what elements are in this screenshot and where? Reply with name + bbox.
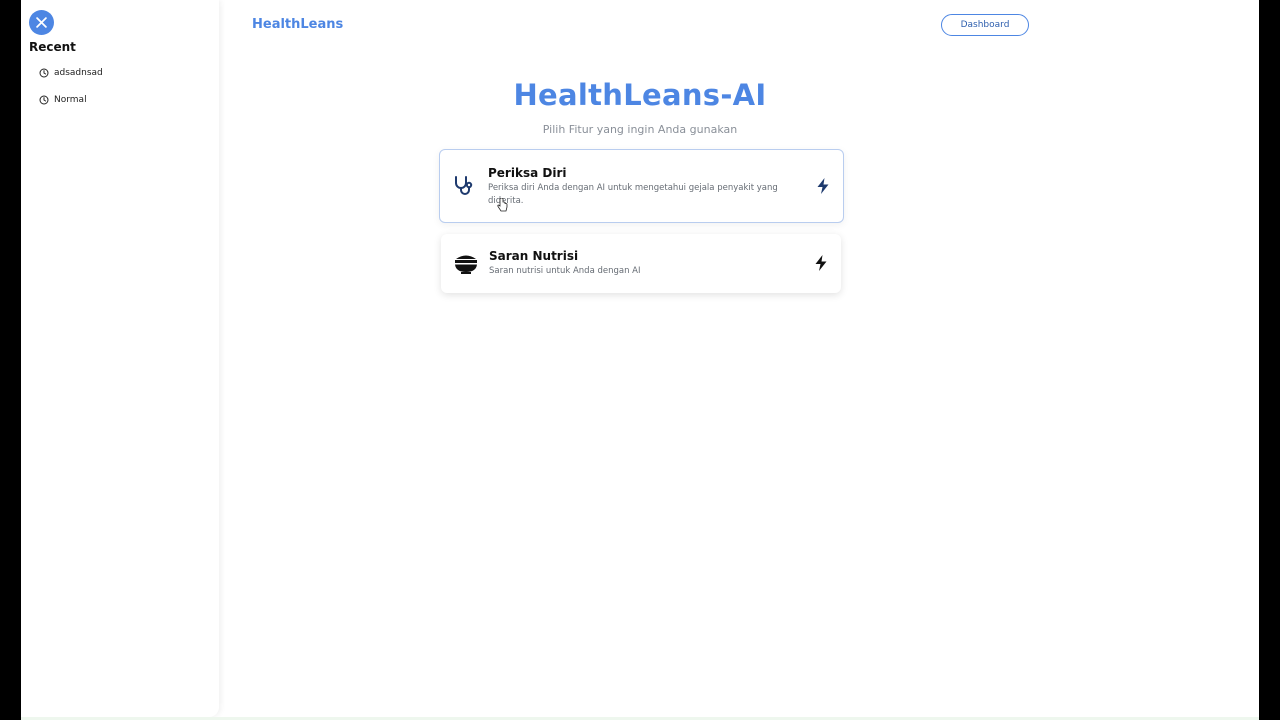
- food-bowl-icon: [453, 251, 479, 275]
- app-window: Recent adsadnsad Normal HealthLeans Dash…: [21, 0, 1259, 720]
- close-icon: [36, 17, 47, 28]
- card-description: Periksa diri Anda dengan AI untuk menget…: [488, 183, 778, 206]
- clock-icon: [39, 68, 49, 78]
- card-title: Periksa Diri: [488, 166, 567, 180]
- stethoscope-icon: [452, 174, 476, 198]
- bolt-icon: [815, 255, 827, 271]
- brand-link[interactable]: HealthLeans: [252, 17, 343, 32]
- page-title: HealthLeans-AI: [513, 78, 767, 112]
- close-sidebar-button[interactable]: [29, 10, 54, 35]
- page-subtitle: Pilih Fitur yang ingin Anda gunakan: [542, 123, 738, 136]
- recent-title: Recent: [29, 40, 76, 54]
- card-description: Saran nutrisi untuk Anda dengan AI: [489, 266, 641, 276]
- feature-card-periksa-diri[interactable]: Periksa Diri Periksa diri Anda dengan AI…: [439, 149, 844, 223]
- dashboard-button[interactable]: Dashboard: [941, 14, 1029, 36]
- bolt-icon: [817, 178, 829, 194]
- feature-card-saran-nutrisi[interactable]: Saran Nutrisi Saran nutrisi untuk Anda d…: [441, 234, 841, 293]
- recent-item-label: adsadnsad: [54, 68, 103, 78]
- card-title: Saran Nutrisi: [489, 249, 579, 263]
